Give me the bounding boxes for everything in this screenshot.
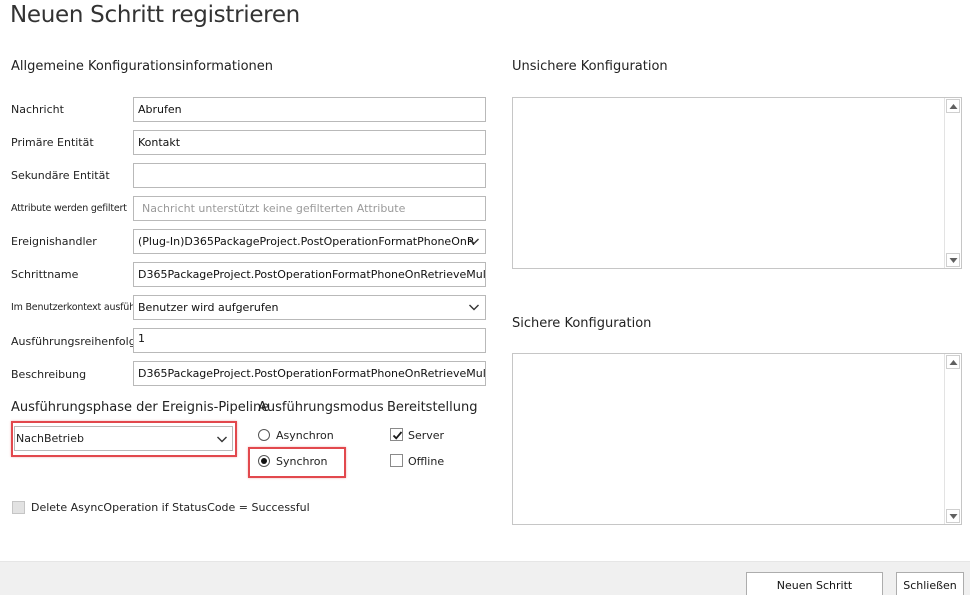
chevron-down-icon xyxy=(469,304,479,311)
execution-order-input[interactable]: 1 xyxy=(133,328,486,353)
checkbox-delete-async[interactable] xyxy=(12,501,25,514)
radio-asynchron[interactable] xyxy=(258,429,270,441)
highlight-pipeline-stage xyxy=(11,421,237,457)
register-step-button[interactable]: Neuen Schritt registrieren xyxy=(746,572,883,595)
step-name-label: Schrittname xyxy=(11,268,79,281)
scroll-up-button[interactable] xyxy=(946,99,960,113)
checkmark-icon xyxy=(392,431,403,440)
primary-entity-label: Primäre Entität xyxy=(11,136,94,149)
secondary-entity-label: Sekundäre Entität xyxy=(11,169,110,182)
pipeline-stage-heading: Ausführungsphase der Ereignis-Pipeline xyxy=(11,400,270,415)
arrow-up-icon xyxy=(949,104,958,109)
message-label: Nachricht xyxy=(11,103,64,116)
window-title: Neuen Schritt registrieren xyxy=(10,2,300,28)
secure-config-textarea[interactable] xyxy=(512,353,962,525)
checkbox-offline[interactable] xyxy=(390,454,403,467)
event-handler-select[interactable]: (Plug-In)D365PackageProject.PostOperatio… xyxy=(133,229,486,254)
arrow-up-icon xyxy=(949,360,958,365)
secure-scrollbar[interactable] xyxy=(944,354,961,524)
radio-asynchron-label: Asynchron xyxy=(276,429,334,442)
unsecure-config-textarea[interactable] xyxy=(512,97,962,269)
primary-entity-input[interactable]: Kontakt xyxy=(133,130,486,155)
event-handler-value: (Plug-In)D365PackageProject.PostOperatio… xyxy=(138,235,475,248)
arrow-down-icon xyxy=(949,514,958,519)
secure-config-heading: Sichere Konfiguration xyxy=(512,316,652,331)
user-context-value: Benutzer wird aufgerufen xyxy=(138,301,279,314)
execution-mode-heading: Ausführungsmodus xyxy=(258,400,384,415)
execution-order-label: Ausführungsreihenfolge xyxy=(11,335,143,348)
scroll-down-button[interactable] xyxy=(946,253,960,267)
description-label: Beschreibung xyxy=(11,368,87,381)
unsecure-scrollbar[interactable] xyxy=(944,98,961,268)
checkbox-offline-label: Offline xyxy=(408,455,445,468)
filtered-attributes-label: Attribute werden gefiltert xyxy=(11,203,127,214)
event-handler-label: Ereignishandler xyxy=(11,235,97,248)
scroll-down-button[interactable] xyxy=(946,509,960,523)
user-context-select[interactable]: Benutzer wird aufgerufen xyxy=(133,295,486,320)
delete-async-label: Delete AsyncOperation if StatusCode = Su… xyxy=(31,501,310,514)
secondary-entity-input[interactable] xyxy=(133,163,486,188)
message-input[interactable]: Abrufen xyxy=(133,97,486,122)
general-config-heading: Allgemeine Konfigurationsinformationen xyxy=(11,59,274,74)
checkbox-server[interactable] xyxy=(390,428,403,441)
close-button[interactable]: Schließen xyxy=(896,572,964,595)
highlight-synchron xyxy=(248,447,346,478)
step-name-input[interactable]: D365PackageProject.PostOperationFormatPh… xyxy=(133,262,486,287)
chevron-down-icon xyxy=(469,238,479,245)
unsecure-config-heading: Unsichere Konfiguration xyxy=(512,59,668,74)
footer-bar: Neuen Schritt registrieren Schließen xyxy=(0,561,970,595)
deployment-heading: Bereitstellung xyxy=(387,400,478,415)
user-context-label: Im Benutzerkontext ausführen xyxy=(11,302,150,313)
filtered-attributes-input[interactable]: Nachricht unterstützt keine gefilterten … xyxy=(133,196,486,221)
scroll-up-button[interactable] xyxy=(946,355,960,369)
description-input[interactable]: D365PackageProject.PostOperationFormatPh… xyxy=(133,361,486,386)
checkbox-server-label: Server xyxy=(408,429,445,442)
arrow-down-icon xyxy=(949,258,958,263)
